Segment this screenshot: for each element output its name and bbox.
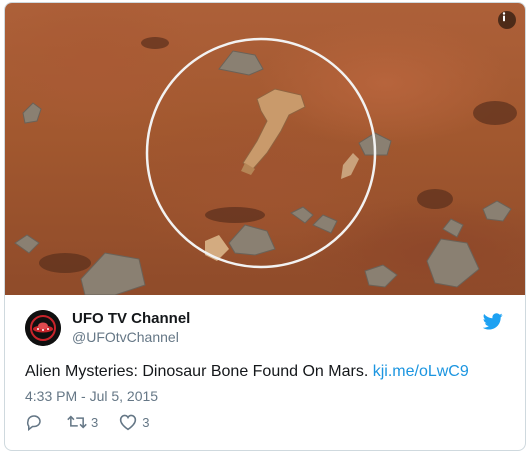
like-button[interactable]: 3: [118, 413, 149, 431]
tweet-actions: 3 3: [25, 413, 169, 431]
mars-photo: [14, 37, 517, 295]
like-count: 3: [142, 414, 150, 430]
shadow: [141, 37, 169, 49]
rock: [22, 102, 42, 124]
author-info: UFO TV Channel @UFOtvChannel: [72, 309, 190, 346]
author-handle[interactable]: @UFOtvChannel: [72, 328, 190, 346]
rock: [290, 206, 314, 224]
embedded-tweet: UFO TV Channel @UFOtvChannel Alien Myste…: [4, 2, 526, 451]
rock: [482, 200, 512, 222]
ufo-logo-avatar[interactable]: [25, 309, 61, 346]
author-display-name[interactable]: UFO TV Channel: [72, 309, 190, 328]
rock: [14, 234, 40, 254]
author-row[interactable]: UFO TV Channel @UFOtvChannel: [25, 309, 190, 346]
shadow: [205, 207, 265, 223]
rock: [218, 50, 264, 76]
twitter-bird-icon[interactable]: [482, 313, 503, 335]
rock: [228, 224, 276, 256]
bone-shaped-rock: [205, 88, 359, 261]
tweet-timestamp[interactable]: 4:33 PM - Jul 5, 2015: [25, 387, 158, 405]
tweet-text: Alien Mysteries: Dinosaur Bone Found On …: [25, 361, 469, 383]
rock: [442, 218, 464, 238]
info-icon[interactable]: [498, 11, 516, 29]
rock: [312, 214, 338, 234]
reply-icon: [26, 415, 41, 431]
rock: [426, 238, 480, 288]
tweet-link[interactable]: kji.me/oLwC9: [373, 363, 469, 380]
shadow: [473, 101, 517, 125]
shadow: [39, 253, 91, 273]
rock: [80, 252, 146, 295]
shadow: [417, 189, 453, 209]
rock: [364, 264, 398, 288]
reply-button[interactable]: [25, 413, 47, 431]
retweet-icon: [67, 415, 87, 429]
heart-icon: [120, 414, 137, 431]
tweet-media-image[interactable]: [5, 3, 525, 295]
retweet-button[interactable]: 3: [67, 413, 98, 431]
retweet-count: 3: [91, 414, 99, 430]
tweet-body: Alien Mysteries: Dinosaur Bone Found On …: [25, 363, 369, 380]
